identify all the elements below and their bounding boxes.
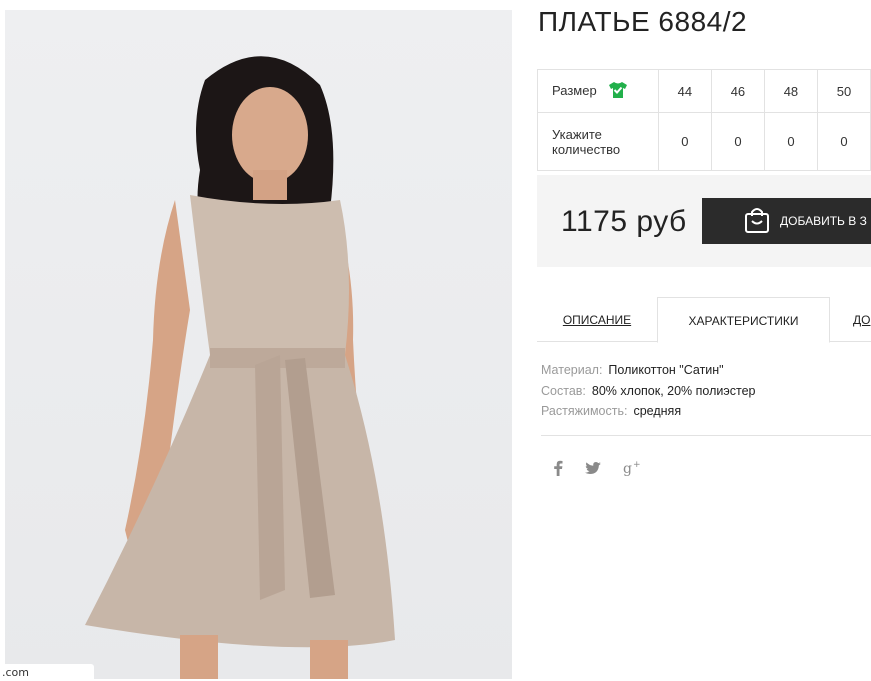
dress-model-illustration bbox=[85, 56, 395, 679]
size-label-cell: Размер bbox=[537, 69, 659, 113]
tab-characteristics[interactable]: ХАРАКТЕРИСТИКИ bbox=[657, 297, 830, 343]
svg-text:+: + bbox=[633, 460, 641, 470]
price: 1175 руб bbox=[561, 205, 687, 238]
tab-description[interactable]: ОПИСАНИЕ bbox=[537, 297, 657, 341]
quantity-label: Укажите количество bbox=[537, 112, 659, 171]
tshirt-check-icon[interactable] bbox=[608, 81, 628, 102]
size-46[interactable]: 46 bbox=[710, 69, 765, 113]
product-title: ПЛАТЬЕ 6884/2 bbox=[538, 6, 748, 37]
spec-row: Материал: Поликоттон "Сатин" bbox=[541, 360, 755, 381]
size-44[interactable]: 44 bbox=[657, 69, 712, 113]
url-fragment: .com bbox=[0, 664, 94, 679]
size-label: Размер bbox=[552, 82, 597, 98]
social-share: g + bbox=[553, 460, 641, 480]
add-to-cart-button[interactable]: ДОБАВИТЬ В З bbox=[702, 198, 871, 244]
facebook-icon[interactable] bbox=[553, 460, 563, 480]
spec-row: Состав: 80% хлопок, 20% полиэстер bbox=[541, 381, 755, 402]
quantity-input-48[interactable]: 0 bbox=[763, 112, 818, 171]
quantity-input-46[interactable]: 0 bbox=[710, 112, 765, 171]
twitter-icon[interactable] bbox=[585, 461, 601, 479]
quantity-input-44[interactable]: 0 bbox=[657, 112, 712, 171]
spec-key: Состав: bbox=[541, 383, 586, 398]
price-box: 1175 руб ДОБАВИТЬ В З bbox=[537, 175, 871, 267]
product-tabs: ОПИСАНИЕ ХАРАКТЕРИСТИКИ ДО bbox=[537, 297, 871, 343]
spec-key: Растяжимость: bbox=[541, 404, 628, 418]
quantity-row: Укажите количество 0 0 0 0 bbox=[537, 112, 871, 171]
google-plus-icon[interactable]: g + bbox=[623, 460, 641, 480]
tab-delivery[interactable]: ДО bbox=[853, 297, 871, 341]
quantity-input-50[interactable]: 0 bbox=[816, 112, 871, 171]
size-table: Размер 44 46 48 50 Укажите количество 0 … bbox=[537, 69, 871, 171]
svg-text:g: g bbox=[623, 461, 632, 476]
spec-key: Материал: bbox=[541, 363, 603, 377]
spec-value: 80% хлопок, 20% полиэстер bbox=[591, 383, 756, 398]
spec-value: средняя bbox=[633, 404, 682, 418]
size-48[interactable]: 48 bbox=[763, 69, 818, 113]
spec-row: Растяжимость: средняя bbox=[541, 401, 755, 422]
size-row: Размер 44 46 48 50 bbox=[537, 69, 871, 113]
size-50[interactable]: 50 bbox=[816, 69, 871, 113]
spec-value: Поликоттон "Сатин" bbox=[608, 363, 724, 377]
shopping-bag-icon bbox=[744, 206, 770, 237]
product-photo[interactable] bbox=[5, 10, 512, 679]
specs-divider bbox=[541, 435, 871, 436]
specs-list: Материал: Поликоттон "Сатин" Состав: 80% х… bbox=[541, 360, 755, 422]
add-to-cart-label: ДОБАВИТЬ В З bbox=[780, 214, 867, 228]
